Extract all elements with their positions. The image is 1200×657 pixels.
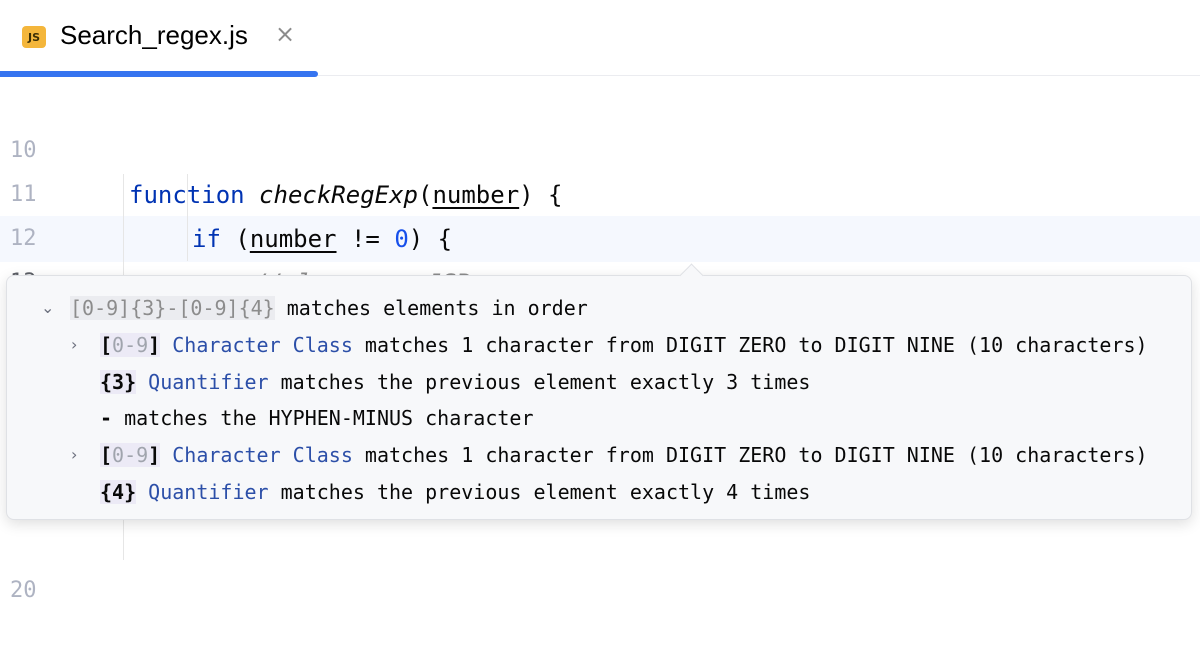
element-kind: Character Class: [172, 443, 353, 467]
row-content: [0-9] Character Class matches 1 characte…: [100, 438, 1148, 472]
row-content: - matches the HYPHEN-MINUS character: [100, 401, 533, 435]
token-bracket: ]: [148, 443, 161, 467]
code-line: 20: [0, 525, 1200, 603]
row-description: matches 1 character from DIGIT ZERO to D…: [352, 443, 1148, 467]
regex-token: -: [100, 406, 113, 430]
code-line: 13 return number.matches("[0-9]{3}-[0-9]…: [0, 217, 1200, 341]
tree-root-row[interactable]: ⌄ [0-9]{3}-[0-9]{4} matches elements in …: [7, 291, 588, 325]
row-description: matches the previous element exactly 4 t…: [268, 480, 811, 504]
tab-search-regex[interactable]: JS Search_regex.js ×: [0, 0, 318, 77]
row-content: [0-9]{3}-[0-9]{4} matches elements in or…: [70, 291, 588, 325]
chevron-right-icon[interactable]: ›: [71, 328, 77, 362]
element-kind: Character Class: [172, 333, 353, 357]
regex-token: {3}: [100, 370, 137, 394]
code-line: 11 if (number != 0) {: [0, 129, 1200, 253]
row-description: matches 1 character from DIGIT ZERO to D…: [352, 333, 1148, 357]
tree-row[interactable]: {4} Quantifier matches the previous elem…: [7, 475, 810, 509]
chevron-right-icon[interactable]: ›: [71, 438, 77, 472]
tree-row[interactable]: › [0-9] Character Class matches 1 charac…: [7, 438, 1148, 472]
row-content: {4} Quantifier matches the previous elem…: [100, 475, 810, 509]
regex-token: [0-9]{3}-[0-9]{4}: [70, 296, 275, 320]
regex-token: [0-9]: [100, 443, 161, 467]
code-line: 12 // language=JSRegexp: [0, 173, 1200, 297]
token-bracket: [: [100, 443, 113, 467]
js-file-icon: JS: [22, 26, 46, 48]
row-description: matches the previous element exactly 3 t…: [268, 370, 811, 394]
element-kind: Quantifier: [148, 370, 269, 394]
token-range: 0-9: [112, 333, 149, 357]
element-kind: Quantifier: [148, 480, 269, 504]
tree-row[interactable]: {3} Quantifier matches the previous elem…: [7, 365, 810, 399]
code-line: 10 function checkRegExp(number) {: [0, 85, 1200, 209]
regex-token: {4}: [100, 480, 137, 504]
regex-token: [0-9]: [100, 333, 161, 357]
token-bracket: ]: [148, 333, 161, 357]
token-range: 0-9: [112, 443, 149, 467]
tab-title: Search_regex.js: [60, 20, 248, 50]
row-description: matches the HYPHEN-MINUS character: [112, 406, 534, 430]
close-icon[interactable]: ×: [275, 20, 295, 48]
row-content: [0-9] Character Class matches 1 characte…: [100, 328, 1148, 362]
row-content: {3} Quantifier matches the previous elem…: [100, 365, 810, 399]
tree-row[interactable]: › [0-9] Character Class matches 1 charac…: [7, 328, 1148, 362]
editor-tab-bar: JS Search_regex.js ×: [0, 0, 1200, 77]
tree-row[interactable]: - matches the HYPHEN-MINUS character: [7, 401, 533, 435]
chevron-down-icon[interactable]: ⌄: [41, 291, 54, 325]
regex-explanation-popup: ⌄ [0-9]{3}-[0-9]{4} matches elements in …: [6, 263, 1192, 520]
row-description: matches elements in order: [274, 296, 588, 320]
token-bracket: [: [100, 333, 113, 357]
